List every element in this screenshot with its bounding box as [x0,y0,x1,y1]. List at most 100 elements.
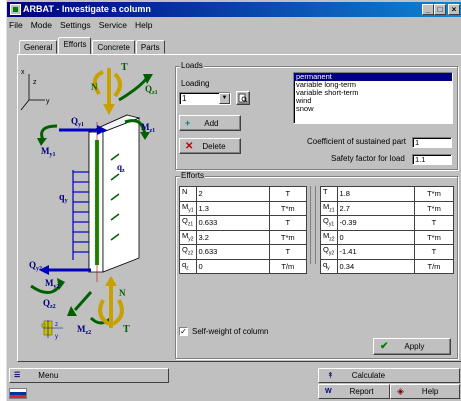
title-bar: ARBAT - Investigate a column _ □ × [7,2,461,17]
section-axes-icon: y z [41,320,63,340]
effort-value-input[interactable]: 0.34 [336,258,415,274]
effort-value-input[interactable]: 1.3 [195,200,270,216]
qy1-label: Qy1 [71,116,84,128]
effort-value-input[interactable]: 0.633 [195,244,270,260]
effort-value-input[interactable]: 3.2 [195,229,270,245]
maximize-button[interactable]: □ [434,4,446,15]
window-title: ARBAT - Investigate a column [23,4,151,14]
self-weight-label: Self-weight of column [192,327,269,336]
tab-parts[interactable]: Parts [135,40,165,54]
effort-value-input[interactable]: 2 [195,186,270,202]
effort-value-input[interactable]: -0.39 [336,215,415,231]
qy-label: qy [59,192,68,204]
calculate-button-label: Calculate [351,371,386,380]
add-load-button[interactable]: + Add [179,115,241,131]
tab-efforts[interactable]: Efforts [58,37,92,54]
effort-value-input[interactable]: 0 [195,258,270,274]
report-button-label: Report [349,387,374,396]
effort-unit: T*m [268,229,308,245]
document-search-icon [238,93,248,103]
table-row: qy 0.34 T/m [320,258,455,274]
table-row: My1 1.3 T*m [179,200,308,216]
efforts-table-right: T 1.8 T*m Mz1 2.7 T*m Qy1 -0.39 T Mz2 0 T*m Qy2-… [320,186,455,274]
qz2-label: Qz2 [43,298,56,310]
safety-factor-label: Safety factor for load [331,154,405,163]
loading-select-value: 1 [182,94,187,103]
menu-service[interactable]: Service [99,18,127,32]
column-body [88,114,141,282]
sustained-coef-label: Coefficient of sustained part [307,137,407,146]
column-load-diagram: z y x T N Qz1 Mz1 Qy1 My1 qy qz Qy2 My2 … [20,62,158,336]
my1-label: My1 [41,146,56,158]
effort-value-input[interactable]: 1.8 [336,186,415,202]
efforts-table-left: N2T My1 1.3 T*m Qz1 0.633 T My2 3.2 T*m Qz2 0.6… [179,186,308,274]
effort-unit: T*m [413,200,455,216]
loading-select[interactable]: 1 ▼ [179,92,231,105]
effort-name: My2 [179,229,197,245]
table-row: Mz1 2.7 T*m [320,200,455,216]
effort-unit: T [268,186,308,202]
effort-name: Mz1 [320,200,338,216]
sustained-coef-value: 1 [415,138,420,147]
load-type-item[interactable]: variable short-term [294,89,452,97]
chevron-down-icon[interactable]: ▼ [219,93,230,104]
close-button[interactable]: × [448,4,460,15]
delete-load-button[interactable]: ✕ Delete [179,138,241,154]
effort-unit: T*m [413,186,455,202]
safety-factor-input[interactable]: 1.1 [412,154,452,165]
efforts-group-title: Efforts [180,171,205,180]
app-window: ARBAT - Investigate a column _ □ × File … [6,0,461,401]
effort-value-input[interactable]: 2.7 [336,200,415,216]
apply-button[interactable]: ✔ Apply [373,338,451,355]
menu-help[interactable]: Help [135,18,152,32]
menu-bar: File Mode Settings Service Help [7,18,461,32]
menu-button[interactable]: ☰ Menu [9,368,169,383]
effort-name: Qy2 [320,244,338,260]
sustained-coef-input[interactable]: 1 [412,137,452,148]
self-weight-checkbox[interactable]: ✓ [179,327,188,336]
axis-y-label: y [46,98,50,105]
minimize-button[interactable]: _ [422,4,434,15]
axes-icon: z y x [20,69,50,111]
delete-button-label: Delete [202,141,226,151]
load-type-list[interactable]: permanent variable long-term variable sh… [293,72,453,124]
tab-concrete[interactable]: Concrete [92,40,135,54]
axial-bottom-label: N [119,288,126,298]
effort-unit: T [413,215,455,231]
table-row: Mz2 0 T*m [320,229,455,245]
loading-label: Loading [181,79,210,88]
effort-name: Qz2 [179,244,197,260]
effort-value-input[interactable]: -1.41 [336,244,415,260]
effort-name: Qz1 [179,215,197,231]
add-button-label: Add [204,118,219,128]
menu-settings[interactable]: Settings [60,18,91,32]
help-button-label: Help [421,387,439,396]
effort-value-input[interactable]: 0 [336,229,415,245]
help-icon: ◈ [397,386,404,396]
table-row: Qz1 0.633 T [179,215,308,231]
tab-strip: General Efforts Concrete Parts [19,37,166,54]
effort-unit: T [413,244,455,260]
effort-unit: T*m [268,200,308,216]
safety-factor-value: 1.1 [415,155,426,164]
table-row: Qy1 -0.39 T [320,215,455,231]
tables-divider [310,186,316,264]
app-icon [10,4,21,15]
calculate-button[interactable]: ↟ Calculate [318,368,460,383]
table-row: T 1.8 T*m [320,186,455,202]
menu-mode[interactable]: Mode [31,18,52,32]
effort-name: Qy1 [320,215,338,231]
report-button[interactable]: W Report [318,384,390,399]
help-button[interactable]: ◈ Help [390,384,460,399]
effort-value-input[interactable]: 0.633 [195,215,270,231]
loading-properties-button[interactable] [236,91,250,105]
effort-name: qz [179,258,197,274]
menu-file[interactable]: File [9,18,23,32]
checkmark-icon: ✔ [380,341,389,352]
table-row: N2T [179,186,308,202]
tab-general[interactable]: General [19,40,58,54]
torque-top-label: T [121,62,128,73]
load-type-item[interactable]: wind [294,97,452,105]
load-type-item[interactable]: snow [294,105,452,113]
flag-icon[interactable] [9,388,27,399]
